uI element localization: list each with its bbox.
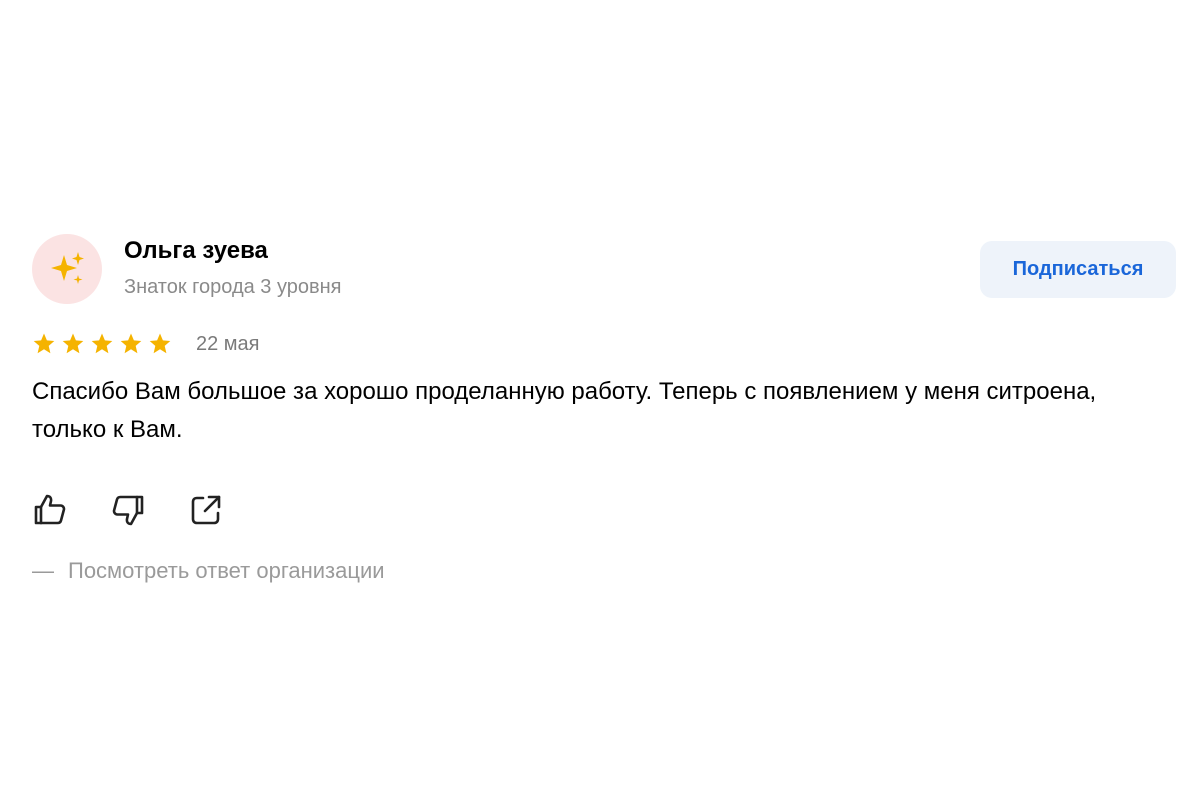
- review-actions: [32, 491, 1176, 529]
- star-icon: [148, 332, 172, 356]
- share-icon: [188, 492, 224, 528]
- review-text: Спасибо Вам большое за хорошо проделанну…: [32, 378, 1097, 443]
- star-icon: [32, 332, 56, 356]
- author-level: Знаток города 3 уровня: [124, 276, 342, 298]
- star-icon: [90, 332, 114, 356]
- review-card: Ольга зуева Знаток города 3 уровня Подпи…: [32, 234, 1176, 585]
- view-organization-reply-link[interactable]: — Посмотреть ответ организации: [32, 557, 1176, 585]
- reply-link-label: Посмотреть ответ организации: [68, 558, 385, 583]
- thumbs-down-icon: [110, 492, 146, 528]
- like-button[interactable]: [30, 490, 70, 530]
- review-date: 22 мая: [196, 333, 260, 355]
- star-icon: [61, 332, 85, 356]
- star-rating: [32, 332, 172, 356]
- star-icon: [119, 332, 143, 356]
- thumbs-up-icon: [32, 492, 68, 528]
- dislike-button[interactable]: [108, 490, 148, 530]
- reply-dash: —: [32, 558, 54, 583]
- author-info: Ольга зуева Знаток города 3 уровня: [124, 236, 342, 300]
- share-button[interactable]: [186, 490, 226, 530]
- subscribe-button[interactable]: Подписаться: [980, 241, 1176, 298]
- author-name[interactable]: Ольга зуева: [124, 236, 342, 266]
- rating-row: 22 мая: [32, 331, 1176, 357]
- avatar[interactable]: [32, 234, 102, 304]
- sparkles-icon: [47, 249, 87, 289]
- review-header: Ольга зуева Знаток города 3 уровня Подпи…: [32, 234, 1176, 306]
